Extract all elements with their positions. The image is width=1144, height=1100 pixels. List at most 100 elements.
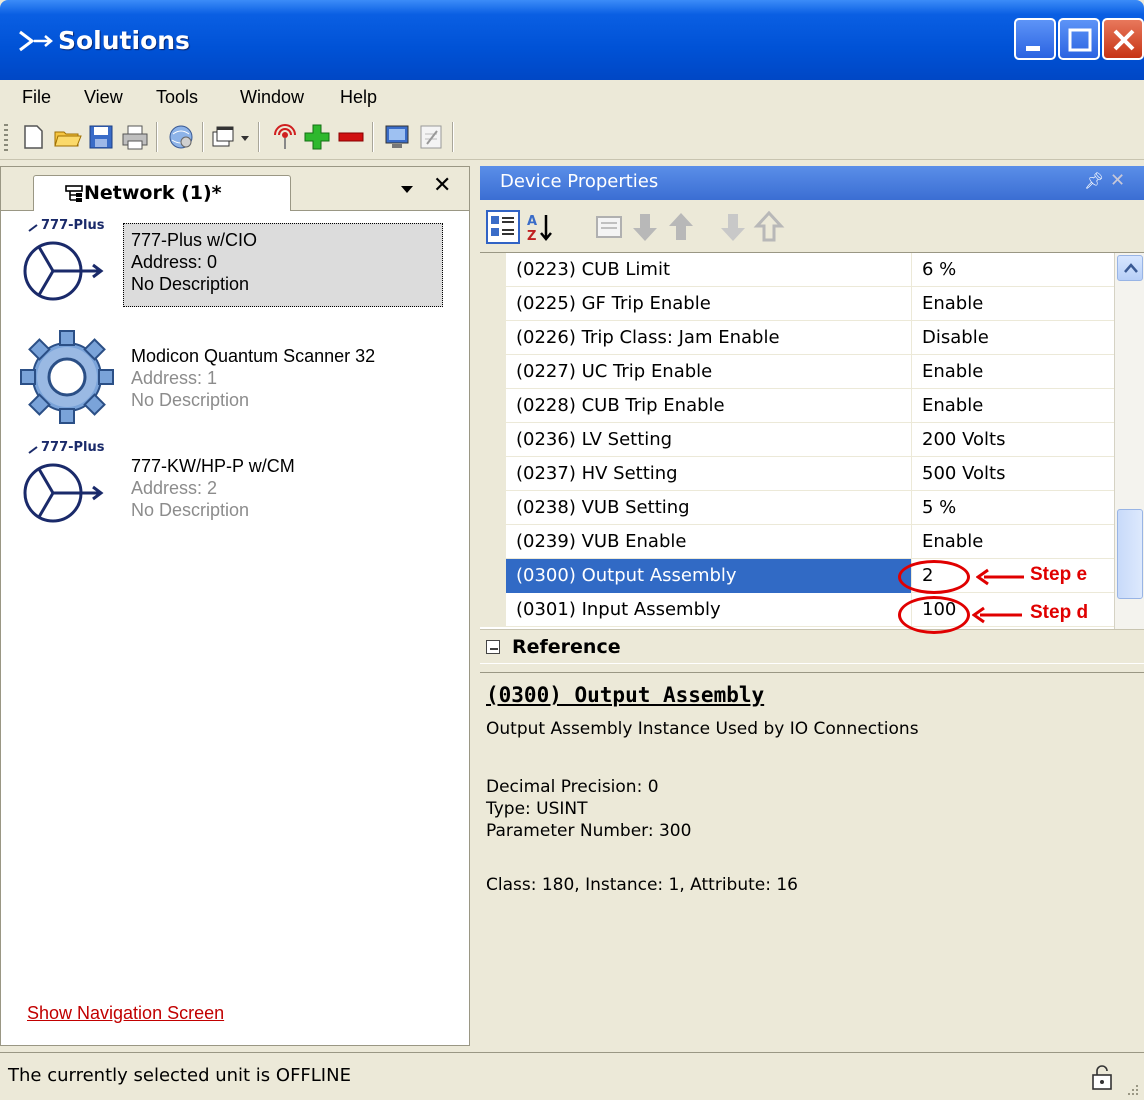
windows-dropdown-icon[interactable] [210,122,240,152]
property-value[interactable]: Enable [912,355,1114,389]
toolbar-separator [372,122,374,152]
property-value[interactable]: Enable [912,525,1114,559]
device-address: Address: 2 [131,478,218,498]
property-row[interactable]: (0225) GF Trip Enable Enable [506,287,1114,321]
collapse-icon[interactable] [486,640,500,654]
property-row[interactable]: (0237) HV Setting 500 Volts [506,457,1114,491]
maximize-icon [1068,28,1092,52]
property-row[interactable]: (0239) VUB Enable Enable [506,525,1114,559]
close-icon[interactable]: ✕ [1110,170,1125,191]
show-navigation-link[interactable]: Show Navigation Screen [27,1003,224,1024]
categorized-view-icon[interactable] [486,210,520,244]
device-address: Address: 0 [131,252,218,272]
app-arrow-icon [19,30,53,52]
close-button[interactable] [1102,18,1144,60]
toolbar-grip[interactable] [4,124,8,152]
property-value[interactable]: 5 % [912,491,1114,525]
broadcast-icon[interactable] [270,122,300,152]
property-row[interactable]: (0238) VUB Setting 5 % [506,491,1114,525]
property-name: (0237) HV Setting [506,457,912,491]
scroll-up-button[interactable] [1117,255,1143,281]
properties-header: Device Properties 📌︎ ✕ [480,166,1144,200]
status-text: The currently selected unit is OFFLINE [8,1065,351,1086]
remove-device-icon[interactable] [336,122,366,152]
pin-icon[interactable]: 📌︎ [1084,171,1104,190]
property-value[interactable]: Disable [912,321,1114,355]
motor-relay-icon: 777-Plus [23,440,105,523]
device-item[interactable]: 777-Plus 777-Plus w/CIO Address: 0 No De… [1,215,467,327]
pane-close-icon[interactable]: ✕ [433,175,451,197]
scroll-thumb[interactable] [1117,509,1143,599]
menu-view[interactable]: View [84,80,123,114]
network-tree-icon [65,185,83,202]
category-reference[interactable]: Reference [480,629,1144,663]
annotation-circle-step-d [898,596,970,634]
description-precision: Decimal Precision: 0 [486,777,659,797]
property-row[interactable]: (0236) LV Setting 200 Volts [506,423,1114,457]
description-type: Type: USINT [486,799,588,819]
properties-toolbar: A Z [480,200,1144,252]
device-item[interactable]: 777-Plus 777-KW/HP-P w/CM Address: 2 No … [1,437,467,549]
toolbar-separator [156,122,158,152]
toolbar-separator [202,122,204,152]
network-globe-icon[interactable] [166,122,196,152]
description-title: (0300) Output Assembly [486,683,765,707]
grid-gutter [480,253,506,627]
menu-file[interactable]: File [22,80,51,114]
property-name: (0228) CUB Trip Enable [506,389,912,423]
pane-dropdown-icon[interactable] [397,179,417,199]
new-file-icon[interactable] [18,122,48,152]
property-row[interactable]: (0226) Trip Class: Jam Enable Disable [506,321,1114,355]
menu-window[interactable]: Window [240,80,304,114]
device-item[interactable]: Modicon Quantum Scanner 32 Address: 1 No… [1,327,467,439]
property-value[interactable]: Enable [912,287,1114,321]
description-summary: Output Assembly Instance Used by IO Conn… [486,719,919,739]
device-name: 777-Plus w/CIO [131,230,258,250]
property-name: (0227) UC Trip Enable [506,355,912,389]
lock-icon[interactable] [1088,1063,1116,1091]
minimize-button[interactable] [1014,18,1056,60]
arrow-down-icon[interactable] [628,210,662,244]
property-row[interactable]: (0228) CUB Trip Enable Enable [506,389,1114,423]
title-bar[interactable]: Solutions [0,0,1144,80]
annotation-step-e: Step e [1030,564,1088,585]
arrow-down-outline-icon[interactable] [716,210,750,244]
maximize-button[interactable] [1058,18,1100,60]
arrow-up-icon[interactable] [664,210,698,244]
property-name: (0225) GF Trip Enable [506,287,912,321]
annotation-circle-step-e [898,560,970,594]
menu-help[interactable]: Help [340,80,377,114]
resize-grip-icon[interactable] [1124,1081,1140,1097]
grid-scrollbar[interactable] [1114,253,1144,661]
property-name: (0226) Trip Class: Jam Enable [506,321,912,355]
window-title: Solutions [58,26,190,55]
monitor-icon[interactable] [382,122,412,152]
save-icon[interactable] [86,122,116,152]
gear-icon [20,330,114,424]
property-pages-icon[interactable] [592,210,626,244]
device-badge: 777-Plus [41,218,105,233]
menu-tools[interactable]: Tools [156,80,198,114]
description-class-info: Class: 180, Instance: 1, Attribute: 16 [486,875,799,895]
chevron-down-icon[interactable] [238,122,252,152]
property-name: (0223) CUB Limit [506,253,912,287]
open-folder-icon[interactable] [52,122,82,152]
status-bar: The currently selected unit is OFFLINE [0,1052,1144,1100]
property-row[interactable]: (0223) CUB Limit 6 % [506,253,1114,287]
property-value[interactable]: 200 Volts [912,423,1114,457]
device-description: No Description [131,390,250,410]
property-value[interactable]: 6 % [912,253,1114,287]
tab-network[interactable]: Network (1)* [33,175,291,211]
edit-form-icon[interactable] [416,122,446,152]
print-icon[interactable] [120,122,150,152]
add-device-icon[interactable] [302,122,332,152]
property-value[interactable]: 500 Volts [912,457,1114,491]
property-value[interactable]: Enable [912,389,1114,423]
property-name: (0301) Input Assembly [506,593,912,627]
sort-alphabetical-icon[interactable]: A Z [524,210,558,244]
device-badge: 777-Plus [41,440,105,455]
svg-text:Z: Z [527,229,536,244]
arrow-up-outline-icon[interactable] [752,210,786,244]
tab-network-label: Network (1)* [84,182,222,204]
property-row[interactable]: (0227) UC Trip Enable Enable [506,355,1114,389]
